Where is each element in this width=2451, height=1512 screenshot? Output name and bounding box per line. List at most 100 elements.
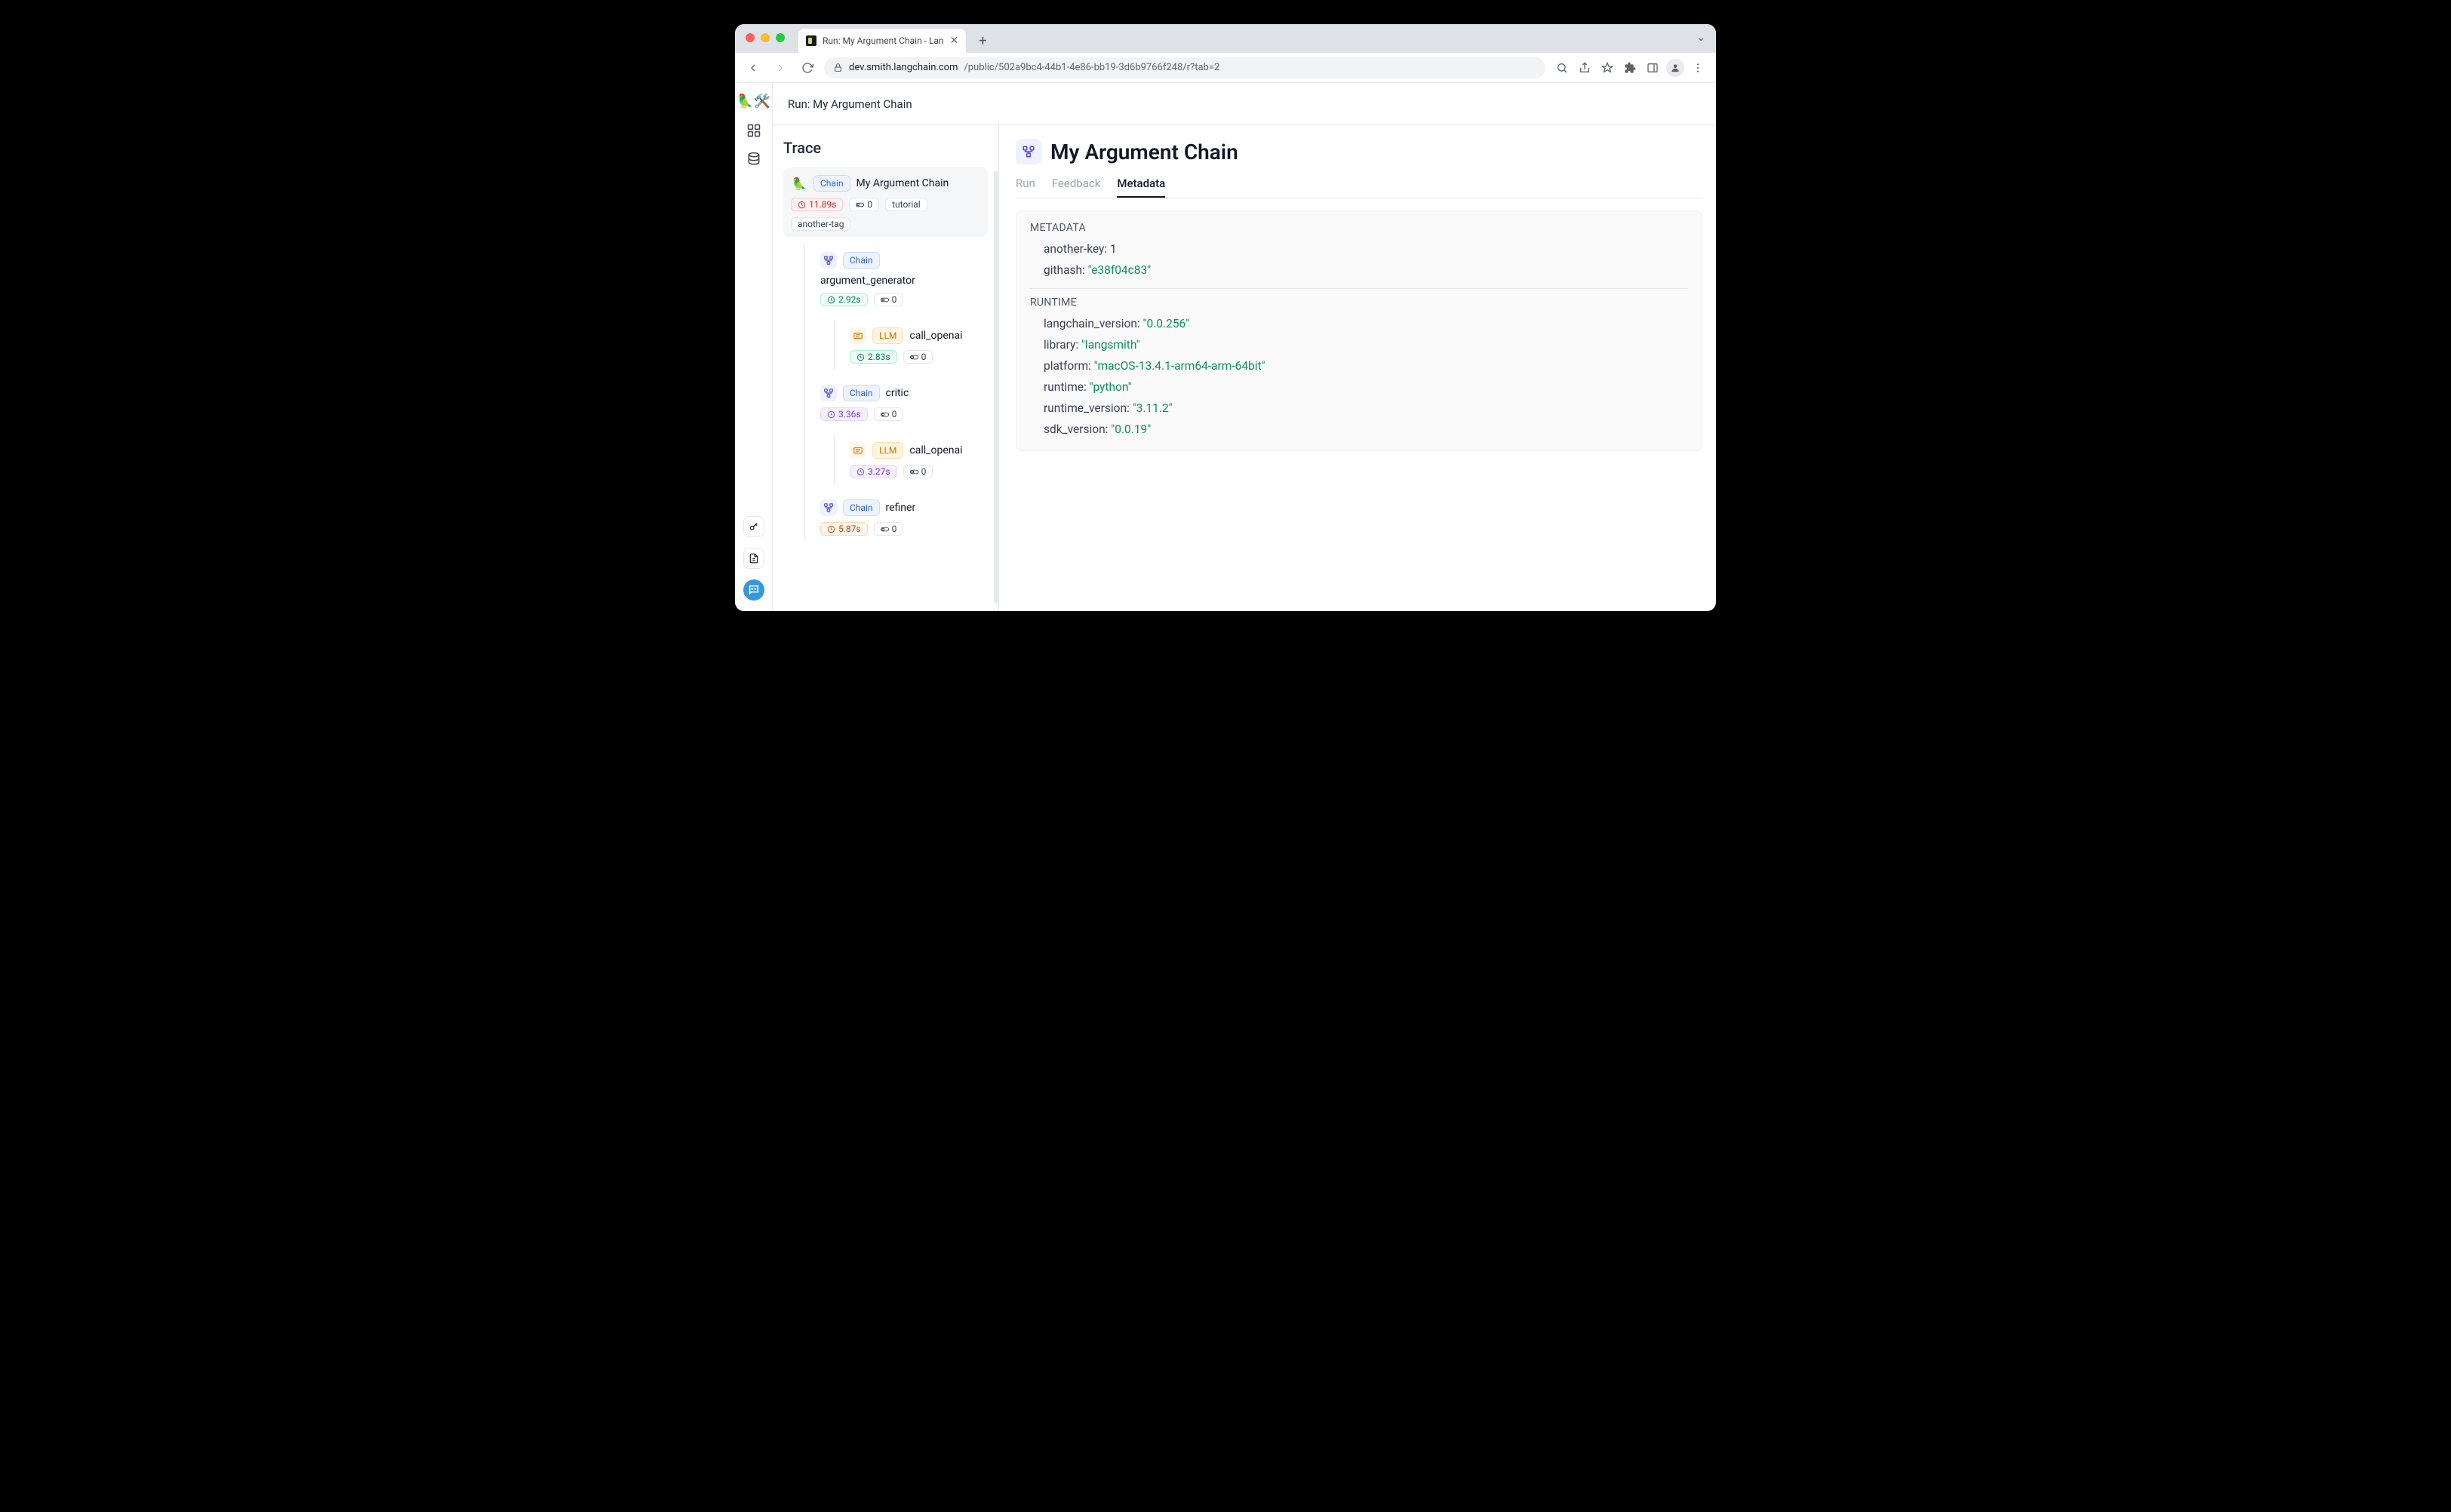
url-host: dev.smith.langchain.com [849, 62, 958, 73]
trace-children: Chainargument_generator2.92s0LLMcall_ope… [804, 244, 988, 542]
content-area: Run: My Argument Chain Trace 🦜 Chain My … [773, 83, 1716, 611]
page-title: My Argument Chain [1050, 140, 1238, 164]
chain-icon [1016, 139, 1041, 164]
clock-icon [856, 353, 865, 361]
grid-icon[interactable] [746, 123, 761, 138]
token-icon [881, 410, 889, 419]
runtime-heading: RUNTIME [1030, 297, 1688, 309]
new-tab-button[interactable]: + [972, 30, 993, 51]
nav-forward-button[interactable] [770, 57, 791, 78]
clock-icon [827, 410, 835, 419]
trace-children: LLM call_openai 3.27s 0 [834, 435, 988, 484]
trace-node[interactable]: Chain argument_generator 2.92s 0 [813, 244, 988, 312]
window-maximize[interactable] [776, 33, 785, 42]
node-name: My Argument Chain [856, 177, 949, 189]
kv-row: another-key: 1 [1044, 238, 1688, 260]
nav-back-button[interactable] [743, 57, 764, 78]
kv-row: githash: "e38f04c83" [1044, 260, 1688, 281]
metadata-panel: METADATA another-key: 1githash: "e38f04c… [1016, 211, 1702, 451]
browser-toolbar: dev.smith.langchain.com/public/502a9bc4-… [735, 53, 1716, 83]
zoom-icon[interactable] [1551, 57, 1573, 78]
trace-node[interactable]: Chain refiner 5.87s 0 [813, 492, 988, 542]
node-type-chip: Chain [843, 499, 880, 516]
tab-metadata[interactable]: Metadata [1117, 171, 1165, 198]
browser-tab[interactable]: Run: My Argument Chain - Lan ✕ [798, 29, 966, 53]
duration-chip: 3.27s [850, 465, 897, 478]
duration-chip: 2.92s [820, 293, 868, 306]
kv-row: library: "langsmith" [1044, 334, 1688, 355]
docs-button[interactable] [743, 548, 764, 569]
kv-row: platform: "macOS-13.4.1-arm64-arm-64bit" [1044, 355, 1688, 376]
token-icon [881, 296, 889, 304]
trace-node[interactable]: Chaincritic3.36s0 [813, 377, 988, 427]
token-icon [910, 353, 918, 361]
kv-row: runtime: "python" [1044, 376, 1688, 398]
address-bar[interactable]: dev.smith.langchain.com/public/502a9bc4-… [824, 57, 1545, 78]
help-button[interactable] [743, 579, 764, 601]
node-type-chip: Chain [813, 175, 850, 192]
tab-run[interactable]: Run [1016, 171, 1035, 198]
app-logo[interactable]: 🦜🛠️ [737, 94, 770, 109]
toolbar-right [1551, 57, 1708, 78]
trace-panel: Trace 🦜 Chain My Argument Chain 11.89s [773, 125, 999, 611]
detail-panel: My Argument Chain Run Feedback Metadata ME… [999, 125, 1716, 611]
trace-node[interactable]: LLMcall_openai2.83s0 [842, 320, 988, 370]
chain-icon [820, 252, 837, 269]
favicon-icon [806, 35, 816, 46]
kebab-menu-icon[interactable] [1687, 57, 1708, 78]
kv-row: langchain_version: "0.0.256" [1044, 313, 1688, 334]
tabs-dropdown-icon[interactable]: ⌄ [1696, 32, 1705, 44]
app-root: 🦜🛠️ Run: My Argument Chain Trace � [735, 83, 1716, 611]
token-icon [856, 201, 864, 209]
nav-reload-button[interactable] [797, 57, 818, 78]
metadata-list: another-key: 1githash: "e38f04c83" [1030, 238, 1688, 281]
clock-icon [827, 296, 835, 304]
node-name: argument_generator [820, 275, 915, 287]
sidepanel-icon[interactable] [1642, 57, 1663, 78]
window-close[interactable] [746, 33, 755, 42]
duration-chip: 2.83s [850, 350, 897, 364]
token-chip: 0 [849, 198, 879, 211]
kv-row: runtime_version: "3.11.2" [1044, 398, 1688, 419]
chain-icon [820, 385, 837, 401]
share-icon[interactable] [1574, 57, 1595, 78]
duration-chip: 5.87s [820, 522, 868, 536]
scrollbar[interactable] [994, 171, 998, 604]
llm-icon [850, 442, 866, 459]
trace-node[interactable]: LLM call_openai 3.27s 0 [842, 435, 988, 484]
tab-close-icon[interactable]: ✕ [950, 35, 959, 47]
metadata-heading: METADATA [1030, 222, 1688, 234]
token-icon [881, 525, 889, 533]
token-chip: 0 [903, 465, 933, 478]
token-chip: 0 [903, 350, 933, 364]
node-name: call_openai [909, 444, 962, 456]
extensions-icon[interactable] [1619, 57, 1641, 78]
breadcrumb-text: Run: My Argument Chain [788, 97, 912, 111]
nav-rail: 🦜🛠️ [735, 83, 773, 611]
profile-button[interactable] [1665, 57, 1686, 78]
token-icon [910, 468, 918, 476]
chain-icon [820, 499, 837, 516]
database-icon[interactable] [746, 152, 761, 167]
node-type-chip: Chain [843, 252, 880, 269]
token-chip: 0 [874, 293, 904, 306]
window-controls [746, 33, 785, 42]
tab-feedback[interactable]: Feedback [1052, 171, 1101, 198]
split-pane: Trace 🦜 Chain My Argument Chain 11.89s [773, 125, 1716, 611]
trace-root-node[interactable]: 🦜 Chain My Argument Chain 11.89s 0 [783, 167, 988, 237]
api-key-button[interactable] [743, 516, 764, 537]
llm-icon [850, 327, 866, 344]
clock-icon [856, 468, 865, 476]
window-minimize[interactable] [761, 33, 770, 42]
token-chip: 0 [874, 407, 904, 421]
browser-window: Run: My Argument Chain - Lan ✕ + ⌄ dev.s… [735, 24, 1716, 611]
token-chip: 0 [874, 522, 904, 536]
node-type-chip: Chain [843, 385, 880, 401]
breadcrumb: Run: My Argument Chain [773, 83, 1716, 125]
node-name: refiner [886, 502, 916, 514]
clock-icon [827, 525, 835, 533]
node-name: critic [886, 387, 909, 399]
node-type-chip: LLM [872, 442, 903, 459]
bookmark-icon[interactable] [1597, 57, 1618, 78]
parrot-icon: 🦜 [791, 175, 807, 192]
